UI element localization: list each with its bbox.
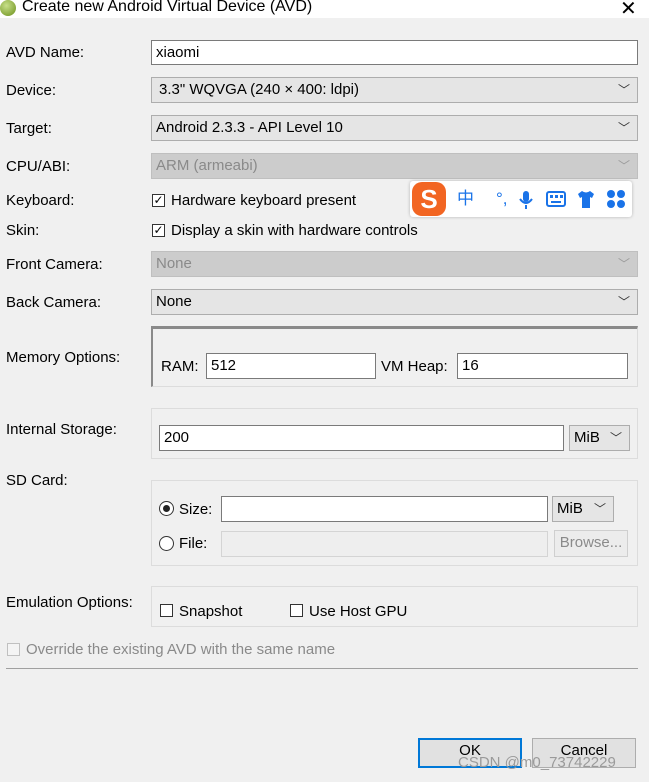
keyboard-checkbox-label: Hardware keyboard present — [171, 192, 357, 209]
device-value: 3.3" WQVGA (240 × 400: ldpi) — [159, 81, 360, 98]
chevron-down-icon: ﹀ — [617, 295, 630, 309]
radio-selected-dot — [163, 505, 170, 512]
window-title: Create new Android Virtual Device (AVD) — [22, 0, 313, 15]
target-value: Android 2.3.3 - API Level 10 — [156, 119, 343, 136]
chevron-down-icon: ﹀ — [617, 121, 630, 135]
sogou-logo-icon[interactable]: S — [412, 182, 446, 216]
emulation-options-label: Emulation Options: — [6, 594, 133, 611]
ram-input[interactable]: 512 — [206, 353, 376, 379]
device-select[interactable]: 3.3" WQVGA (240 × 400: ldpi) ﹀ — [151, 77, 638, 103]
browse-button: Browse... — [554, 530, 628, 557]
memory-options-label: Memory Options: — [6, 349, 121, 366]
target-select[interactable]: Android 2.3.3 - API Level 10 ﹀ — [151, 115, 638, 141]
front-camera-select: None ﹀ — [151, 251, 638, 277]
use-host-gpu-label: Use Host GPU — [309, 603, 408, 620]
internal-storage-input[interactable]: 200 — [159, 425, 564, 451]
internal-storage-unit-select[interactable]: MiB ﹀ — [569, 425, 630, 451]
use-host-gpu-checkbox[interactable] — [290, 604, 303, 617]
cpu-abi-value: ARM (armeabi) — [156, 157, 258, 174]
device-label: Device: — [6, 82, 57, 99]
cpu-abi-select: ARM (armeabi) ﹀ — [151, 153, 638, 179]
chevron-down-icon: ﹀ — [593, 502, 606, 516]
internal-storage-label: Internal Storage: — [6, 421, 117, 438]
title-bar: Create new Android Virtual Device (AVD) … — [0, 0, 649, 21]
chevron-down-icon: ﹀ — [617, 83, 630, 97]
sd-size-radio[interactable] — [159, 501, 174, 516]
sd-card-label: SD Card: — [6, 472, 68, 489]
snapshot-label: Snapshot — [179, 603, 243, 620]
vm-heap-input[interactable]: 16 — [457, 353, 628, 379]
skin-checkbox-label: Display a skin with hardware controls — [171, 222, 418, 239]
cpu-abi-label: CPU/ABI: — [6, 158, 71, 175]
chinese-mode-icon[interactable]: 中 — [457, 181, 474, 217]
target-label: Target: — [6, 120, 52, 137]
back-camera-select[interactable]: None ﹀ — [151, 289, 638, 315]
sd-size-unit-select[interactable]: MiB ﹀ — [552, 496, 614, 522]
keyboard-label: Keyboard: — [6, 192, 75, 209]
sd-file-input — [221, 531, 548, 557]
back-camera-label: Back Camera: — [6, 294, 102, 311]
back-camera-value: None — [156, 293, 192, 310]
sd-file-radio[interactable] — [159, 536, 174, 551]
internal-storage-unit-value: MiB — [574, 429, 600, 446]
front-camera-label: Front Camera: — [6, 256, 103, 273]
snapshot-checkbox[interactable] — [160, 604, 173, 617]
sd-size-input[interactable] — [221, 496, 548, 522]
punctuation-icon[interactable]: °, — [496, 181, 508, 217]
sd-size-label: Size: — [179, 501, 213, 518]
close-icon[interactable]: ✕ — [620, 0, 637, 21]
vm-heap-label: VM Heap: — [381, 358, 448, 375]
app-icon — [0, 0, 16, 16]
watermark: CSDN @m0_73742229 — [458, 754, 616, 771]
chevron-down-icon: ﹀ — [617, 257, 630, 271]
front-camera-value: None — [156, 255, 192, 272]
chevron-down-icon: ﹀ — [617, 159, 630, 173]
avd-name-input[interactable]: xiaomi — [151, 40, 638, 65]
skin-checkbox[interactable]: ✓ — [152, 224, 165, 237]
keyboard-checkbox[interactable]: ✓ — [152, 194, 165, 207]
sd-size-unit-value: MiB — [557, 500, 583, 517]
chevron-down-icon: ﹀ — [609, 431, 622, 445]
microphone-icon[interactable] — [518, 181, 534, 230]
avd-name-label: AVD Name: — [6, 44, 85, 61]
sd-file-label: File: — [179, 535, 208, 552]
override-checkbox — [7, 643, 20, 656]
ime-toolbar[interactable]: S 中 °, — [410, 181, 632, 217]
ram-label: RAM: — [161, 358, 199, 375]
shirt-icon[interactable] — [576, 181, 596, 230]
grid-icon[interactable] — [606, 181, 626, 230]
skin-label: Skin: — [6, 222, 40, 239]
keyboard-icon[interactable] — [546, 181, 566, 230]
separator — [6, 668, 638, 669]
override-label: Override the existing AVD with the same … — [26, 641, 336, 658]
